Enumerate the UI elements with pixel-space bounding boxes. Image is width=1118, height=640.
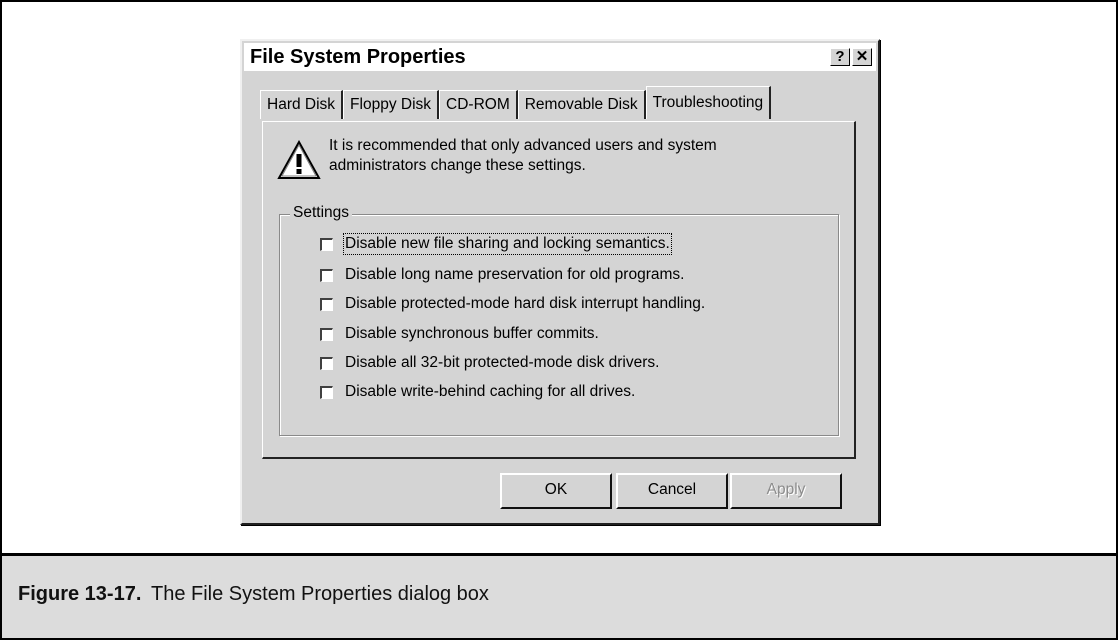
option-disable-interrupt-handling[interactable]: Disable protected-mode hard disk interru… — [320, 295, 705, 313]
checkbox[interactable] — [320, 297, 333, 311]
option-disable-32bit-drivers[interactable]: Disable all 32-bit protected-mode disk d… — [320, 354, 659, 372]
figure-caption-text: The File System Properties dialog box — [151, 583, 489, 605]
tab-floppy-disk[interactable]: Floppy Disk — [343, 90, 440, 119]
close-button[interactable]: ✕ — [852, 48, 872, 66]
option-label[interactable]: Disable write-behind caching for all dri… — [345, 383, 635, 401]
checkbox[interactable] — [320, 237, 333, 251]
tab-cd-rom[interactable]: CD-ROM — [439, 90, 518, 119]
troubleshooting-panel: It is recommended that only advanced use… — [262, 121, 856, 459]
file-system-properties-dialog: File System Properties ? ✕ Hard Disk Flo… — [240, 39, 880, 525]
warning-message: It is recommended that only advanced use… — [329, 137, 717, 174]
figure-caption: Figure 13-17. The File System Properties… — [2, 556, 1116, 638]
option-disable-write-behind[interactable]: Disable write-behind caching for all dri… — [320, 383, 635, 401]
dialog-title: File System Properties — [250, 46, 466, 68]
option-disable-file-sharing[interactable]: Disable new file sharing and locking sem… — [320, 233, 672, 255]
option-disable-long-name[interactable]: Disable long name preservation for old p… — [320, 266, 684, 284]
option-label[interactable]: Disable protected-mode hard disk interru… — [345, 295, 705, 313]
figure-number: Figure 13-17. — [18, 583, 142, 605]
ok-button[interactable]: OK — [500, 473, 612, 509]
option-label[interactable]: Disable synchronous buffer commits. — [345, 325, 599, 343]
apply-button[interactable]: Apply — [730, 473, 842, 509]
tab-troubleshooting[interactable]: Troubleshooting — [645, 86, 772, 119]
help-button[interactable]: ? — [830, 48, 850, 66]
option-disable-sync-buffer[interactable]: Disable synchronous buffer commits. — [320, 325, 599, 343]
checkbox[interactable] — [320, 356, 333, 370]
settings-group: Settings Disable new file sharing and lo… — [279, 204, 839, 436]
checkbox[interactable] — [320, 268, 333, 282]
checkbox[interactable] — [320, 385, 333, 399]
tab-removable-disk[interactable]: Removable Disk — [517, 90, 646, 119]
figure-frame: File System Properties ? ✕ Hard Disk Flo… — [0, 0, 1118, 640]
option-label[interactable]: Disable long name preservation for old p… — [345, 266, 684, 284]
title-bar[interactable]: File System Properties ? ✕ — [244, 43, 876, 71]
option-label[interactable]: Disable all 32-bit protected-mode disk d… — [345, 354, 659, 372]
tab-strip: Hard Disk Floppy Disk CD-ROM Removable D… — [260, 86, 772, 119]
option-label[interactable]: Disable new file sharing and locking sem… — [343, 233, 672, 255]
cancel-button[interactable]: Cancel — [616, 473, 728, 509]
settings-group-label: Settings — [290, 204, 353, 222]
tab-hard-disk[interactable]: Hard Disk — [260, 90, 344, 119]
checkbox[interactable] — [320, 327, 333, 341]
warning-icon — [277, 140, 321, 179]
